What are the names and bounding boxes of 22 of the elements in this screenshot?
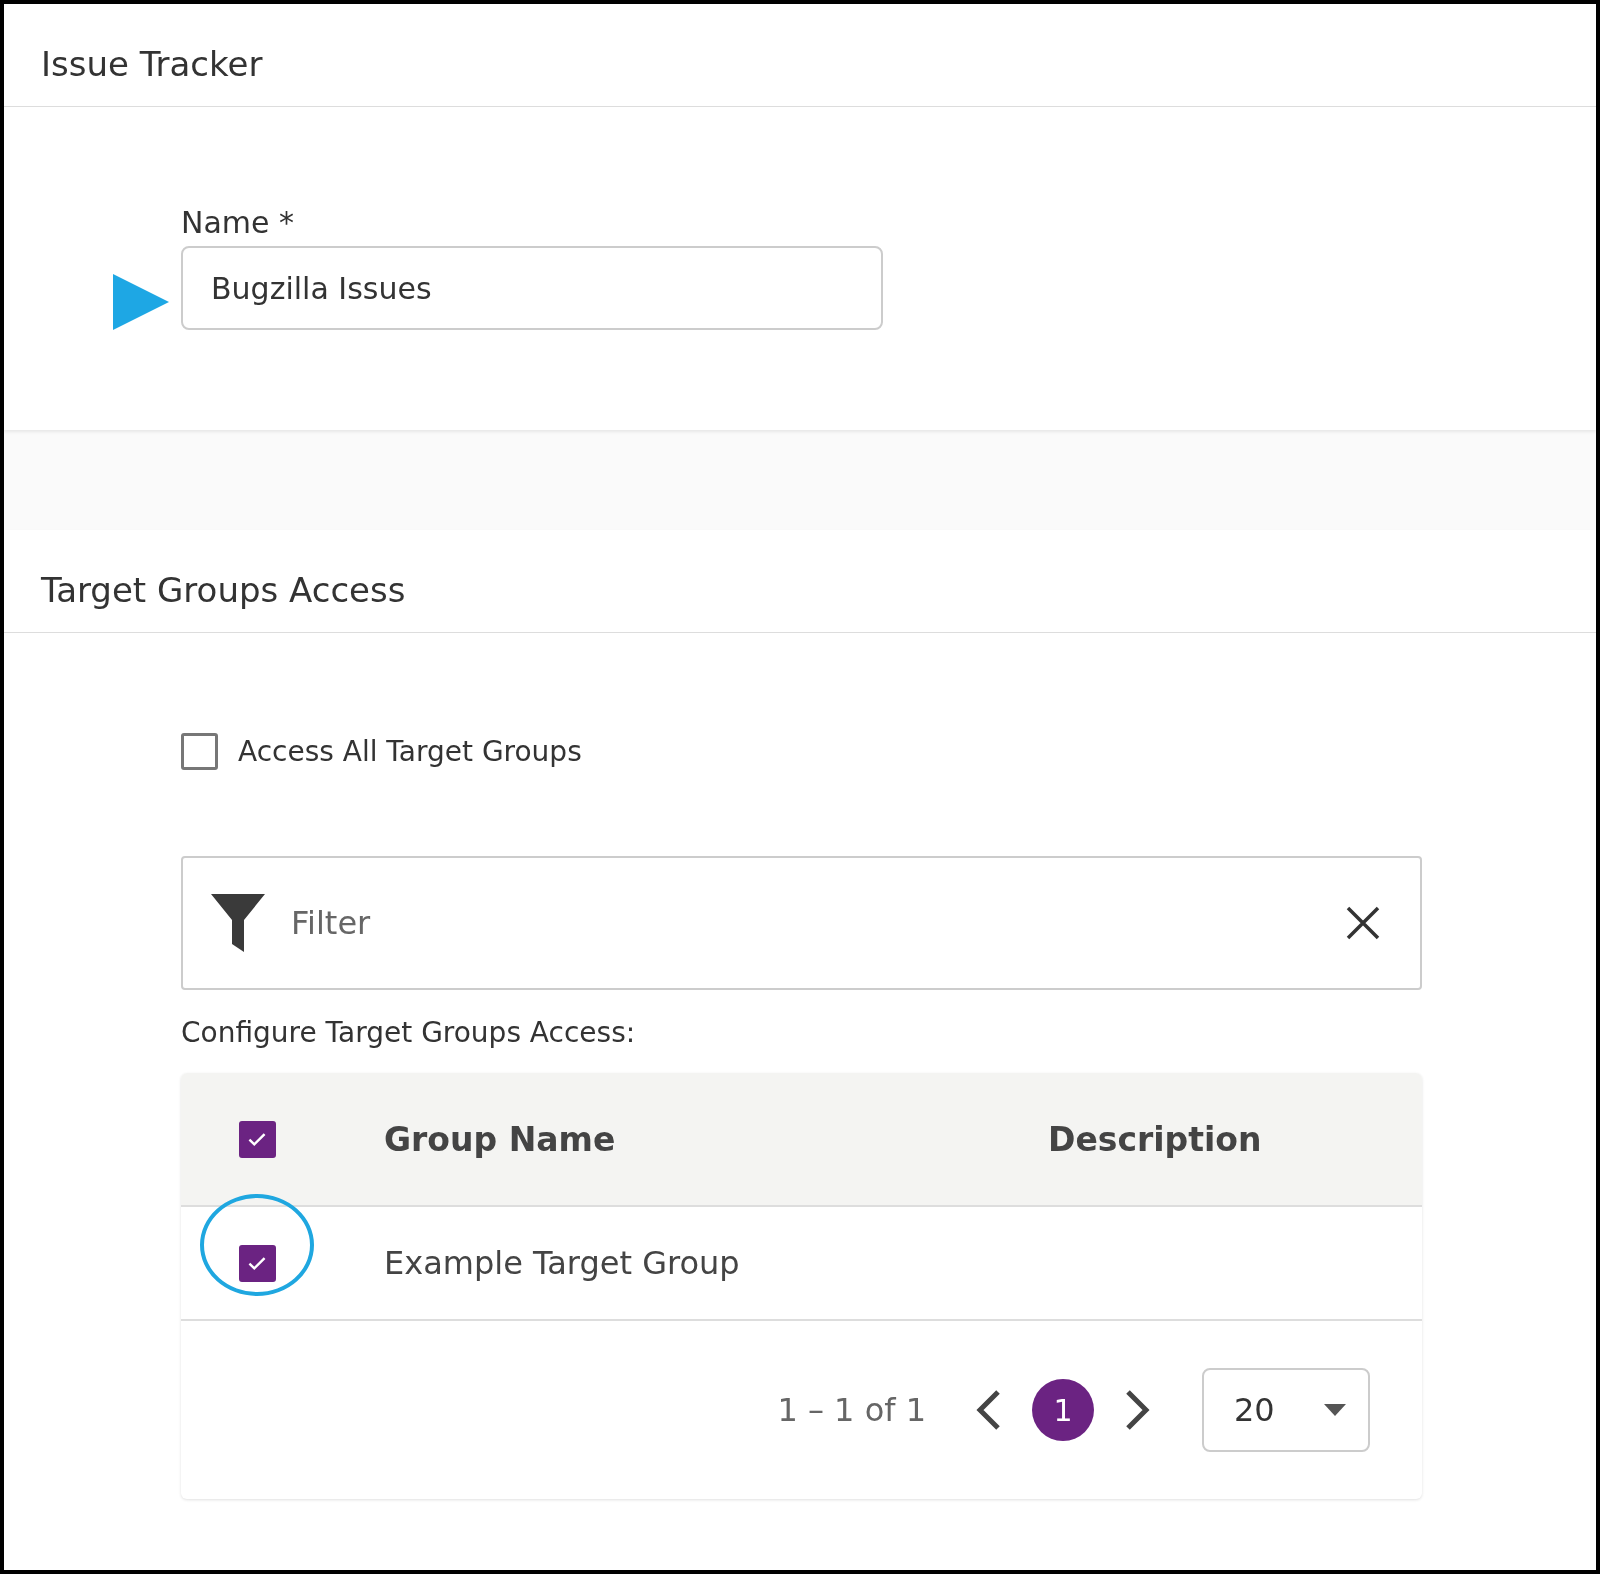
filter-field[interactable]: Filter xyxy=(181,856,1422,990)
checkbox-label: Access All Target Groups xyxy=(238,735,582,768)
field-label: Name * xyxy=(181,205,296,240)
chevron-right-icon[interactable] xyxy=(1124,1389,1152,1431)
checkbox[interactable] xyxy=(238,1120,276,1158)
page-range: 1 – 1 of 1 xyxy=(777,1391,926,1429)
checkbox[interactable] xyxy=(238,1244,276,1282)
close-icon[interactable] xyxy=(1346,906,1380,940)
page-button[interactable]: 1 xyxy=(1032,1379,1094,1441)
table-cell: Example Target Group xyxy=(384,1244,740,1282)
name-input-field[interactable]: Bugzilla Issues xyxy=(181,246,883,330)
caret-icon xyxy=(1324,1404,1346,1416)
column-header[interactable]: Description xyxy=(1048,1119,1262,1159)
column-header[interactable]: Group Name xyxy=(384,1119,616,1159)
chevron-left-icon[interactable] xyxy=(974,1389,1002,1431)
pointer-arrow-icon xyxy=(113,274,169,330)
section-title: Target Groups Access xyxy=(4,530,1596,633)
checkbox[interactable] xyxy=(181,733,218,770)
page-size-dropdown[interactable]: 20 xyxy=(1202,1368,1370,1452)
table-caption: Configure Target Groups Access: xyxy=(181,1016,637,1049)
section-title: Issue Tracker xyxy=(4,4,1596,107)
filter-icon xyxy=(211,894,265,952)
